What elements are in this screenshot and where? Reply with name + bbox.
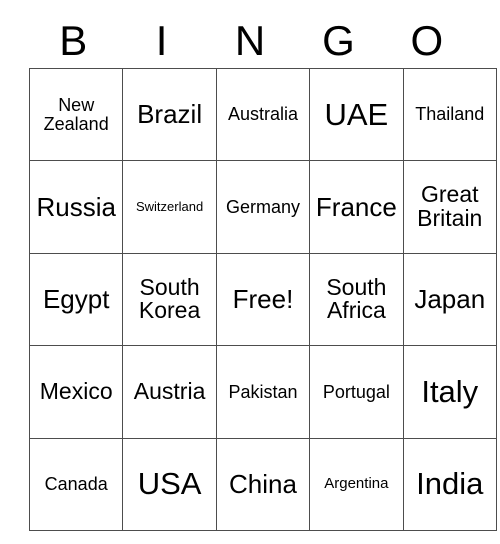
bingo-cell[interactable]: Great Britain — [402, 160, 497, 254]
bingo-cell-label: Germany — [225, 196, 300, 217]
bingo-cell-label: Great Britain — [417, 181, 483, 232]
bingo-cell-label: Switzerland — [135, 199, 204, 215]
bingo-cell-label: South Korea — [138, 273, 201, 324]
bingo-cell[interactable]: Italy — [402, 345, 497, 439]
bingo-header-letter-i: I — [155, 17, 168, 64]
bingo-cell-label: Austria — [133, 377, 206, 404]
bingo-cell-label: Portugal — [322, 381, 390, 402]
bingo-cell-label: Italy — [421, 373, 479, 409]
bingo-cell[interactable]: France — [309, 160, 404, 254]
bingo-cell-label: Argentina — [324, 475, 389, 493]
bingo-cell[interactable]: Canada — [28, 437, 124, 531]
bingo-grid: New Zealand Brazil Australia UAE Thailan… — [28, 67, 497, 531]
bingo-cell[interactable]: Portugal — [309, 345, 404, 439]
bingo-header-letter-g: G — [322, 17, 355, 64]
bingo-cell[interactable]: Switzerland — [122, 160, 217, 254]
bingo-cell-label: UAE — [324, 96, 389, 132]
bingo-header-letter-n: N — [234, 17, 266, 64]
bingo-cell[interactable]: Austria — [122, 345, 217, 439]
bingo-cell-label: South Africa — [326, 273, 387, 324]
bingo-cell[interactable]: Argentina — [309, 437, 404, 531]
bingo-cell-label: Russia — [36, 191, 116, 222]
bingo-cell-label: Canada — [44, 473, 108, 494]
bingo-cell-label: Australia — [227, 104, 298, 125]
bingo-cell-label: France — [315, 191, 397, 222]
bingo-cell[interactable]: Egypt — [28, 252, 124, 347]
bingo-cell-label: USA — [137, 466, 202, 502]
bingo-free-space-label: Free! — [232, 283, 294, 314]
bingo-cell[interactable]: Brazil — [122, 67, 217, 162]
bingo-card: B I N G O New Zealand Brazil Australia U… — [28, 14, 497, 531]
bingo-free-space[interactable]: Free! — [215, 252, 311, 347]
bingo-cell[interactable]: New Zealand — [28, 67, 124, 162]
bingo-cell[interactable]: Thailand — [402, 67, 497, 162]
bingo-cell[interactable]: Germany — [215, 160, 311, 254]
bingo-cell-label: India — [416, 466, 484, 502]
bingo-cell[interactable]: South Korea — [122, 252, 217, 347]
bingo-header-letter-b: B — [59, 17, 88, 64]
bingo-cell[interactable]: Japan — [402, 252, 497, 347]
bingo-cell[interactable]: Mexico — [28, 345, 124, 439]
bingo-cell[interactable]: South Africa — [309, 252, 404, 347]
bingo-cell[interactable]: Russia — [28, 160, 124, 254]
bingo-row: Mexico Austria Pakistan Portugal Italy — [28, 345, 497, 439]
bingo-cell-label: New Zealand — [43, 94, 109, 134]
bingo-cell[interactable]: Pakistan — [215, 345, 311, 439]
bingo-header-letter-o: O — [410, 17, 444, 64]
bingo-cell-label: Thailand — [415, 104, 485, 125]
bingo-cell[interactable]: USA — [122, 437, 217, 531]
bingo-cell-label: Mexico — [39, 377, 113, 404]
bingo-cell-label: Japan — [414, 283, 486, 314]
bingo-cell[interactable]: China — [215, 437, 311, 531]
bingo-row: Canada USA China Argentina India — [28, 437, 497, 531]
bingo-cell[interactable]: UAE — [309, 67, 404, 162]
bingo-cell-label: Egypt — [42, 283, 110, 314]
bingo-cell[interactable]: India — [402, 437, 497, 531]
bingo-row: Russia Switzerland Germany France Great … — [28, 160, 497, 254]
bingo-header: B I N G O — [29, 14, 471, 68]
bingo-cell-label: China — [229, 468, 297, 499]
bingo-row: Egypt South Korea Free! South Africa Jap… — [28, 252, 497, 347]
bingo-row: New Zealand Brazil Australia UAE Thailan… — [28, 67, 497, 162]
bingo-cell-label: Brazil — [137, 99, 203, 130]
bingo-cell[interactable]: Australia — [215, 67, 311, 162]
bingo-cell-label: Pakistan — [228, 381, 298, 402]
